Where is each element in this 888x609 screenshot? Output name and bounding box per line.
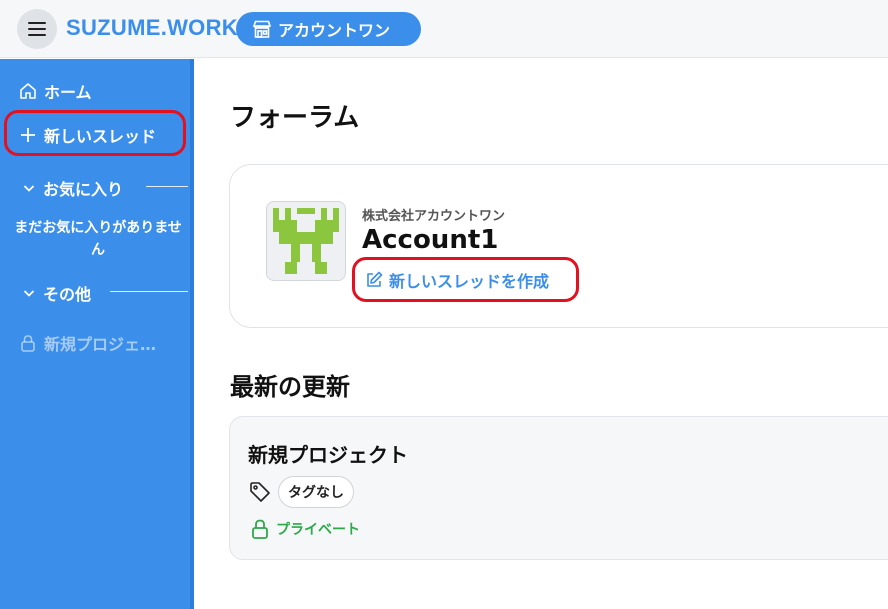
brand-logo[interactable]: SUZUME.WORK [66,15,238,41]
menu-icon-bar [28,22,46,24]
edit-icon [367,271,383,287]
sidebar-edge [190,59,194,609]
recent-updates-title: 最新の更新 [230,373,350,401]
privacy-status: プライベート [250,518,360,540]
account-name: Account1 [362,225,499,255]
create-new-thread-label: 新しいスレッドを作成 [389,272,550,291]
lock-icon [252,519,268,539]
sidebar-item-label: 新規プロジェ… [44,335,157,354]
home-icon [20,83,36,99]
tag-chip[interactable]: タグなし [278,476,354,508]
chevron-down-icon [23,185,35,192]
sidebar-item-new-thread[interactable]: 新しいスレッド [18,123,156,147]
plus-icon [21,128,35,142]
company-logo-icon [273,208,339,274]
hamburger-menu-button[interactable] [17,9,57,49]
create-new-thread-link[interactable]: 新しいスレッドを作成 [364,268,549,292]
company-logo [266,201,346,281]
recent-update-card[interactable]: 新規プロジェクト タグなし プライベート [229,416,888,560]
page-title: フォーラム [230,103,360,133]
lock-icon [21,335,35,352]
sidebar-item-project[interactable]: 新規プロジェ… [18,331,156,355]
chevron-down-icon [23,290,35,297]
sidebar-item-label: ホーム [44,83,92,102]
sidebar-section-favorites[interactable]: お気に入り [22,176,123,200]
account-pill-label: アカウントワン [278,21,391,40]
sidebar-section-label: お気に入り [43,180,124,199]
project-title[interactable]: 新規プロジェクト [248,439,408,468]
section-divider [146,186,188,187]
menu-icon-bar [28,28,46,30]
storefront-icon [252,20,272,38]
top-bar: SUZUME.WORK アカウントワン [0,0,888,58]
sidebar-item-label: 新しいスレッド [44,127,157,146]
sidebar-item-home[interactable]: ホーム [18,79,92,103]
tag-row: タグなし [248,476,354,508]
company-name: 株式会社アカウントワン [362,209,506,224]
forum-account-card: 株式会社アカウントワン Account1 新しいスレッドを作成 [229,164,888,328]
favorites-empty-message: まだお気に入りがありません [14,220,182,258]
account-switcher-button[interactable]: アカウントワン [236,12,421,46]
menu-icon-bar [28,34,46,36]
tag-icon [250,482,270,502]
section-divider [110,291,188,292]
sidebar-section-label: その他 [43,285,92,304]
sidebar: ホーム 新しいスレッド お気に入り まだお気に入りがありません その他 新規プロ… [0,59,194,609]
privacy-label: プライベート [276,522,360,538]
sidebar-section-other[interactable]: その他 [22,281,91,305]
